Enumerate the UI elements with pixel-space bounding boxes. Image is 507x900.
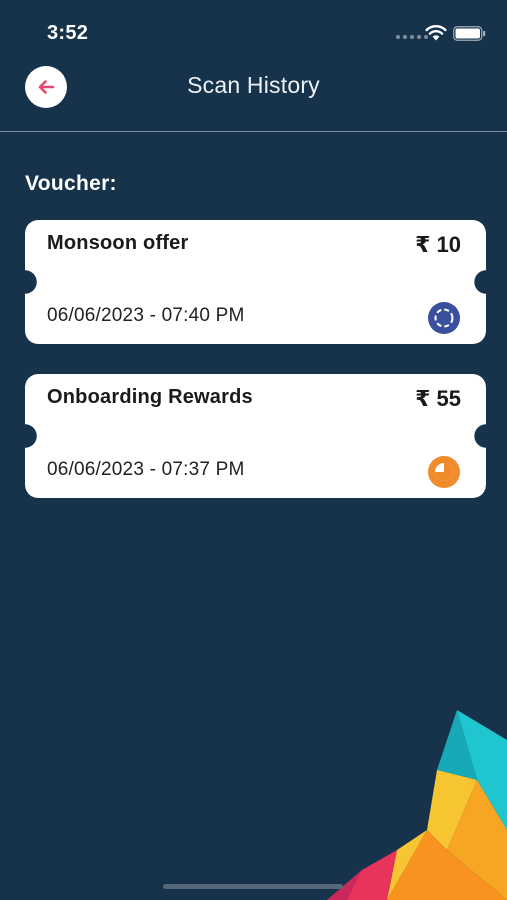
voucher-list: Monsoon offer ₹ 10 06/06/2023 - 07:40 PM…: [25, 220, 486, 528]
status-bar: 3:52: [0, 0, 507, 64]
voucher-amount: ₹ 55: [415, 386, 461, 411]
header: Scan History: [0, 60, 507, 132]
scan-history-screen: 3:52 Scan History Voucher: Monsoon offer…: [0, 0, 507, 900]
voucher-card[interactable]: Onboarding Rewards ₹ 55 06/06/2023 - 07:…: [25, 374, 486, 498]
processing-icon: [428, 302, 460, 334]
voucher-title: Monsoon offer: [47, 232, 189, 254]
voucher-date: 06/06/2023 - 07:37 PM: [47, 459, 245, 480]
home-indicator[interactable]: [163, 884, 343, 889]
voucher-card[interactable]: Monsoon offer ₹ 10 06/06/2023 - 07:40 PM: [25, 220, 486, 344]
battery-icon: [453, 26, 486, 41]
pending-pie-icon: [428, 456, 460, 488]
voucher-title: Onboarding Rewards: [47, 386, 253, 408]
decorative-corner-graphic: [327, 710, 507, 900]
signal-icon: [396, 35, 428, 39]
page-title: Scan History: [187, 72, 320, 98]
status-time: 3:52: [47, 22, 89, 44]
voucher-amount: ₹ 10: [415, 232, 461, 257]
wifi-icon: [425, 25, 447, 41]
section-label: Voucher:: [25, 172, 117, 195]
voucher-date: 06/06/2023 - 07:40 PM: [47, 305, 245, 326]
